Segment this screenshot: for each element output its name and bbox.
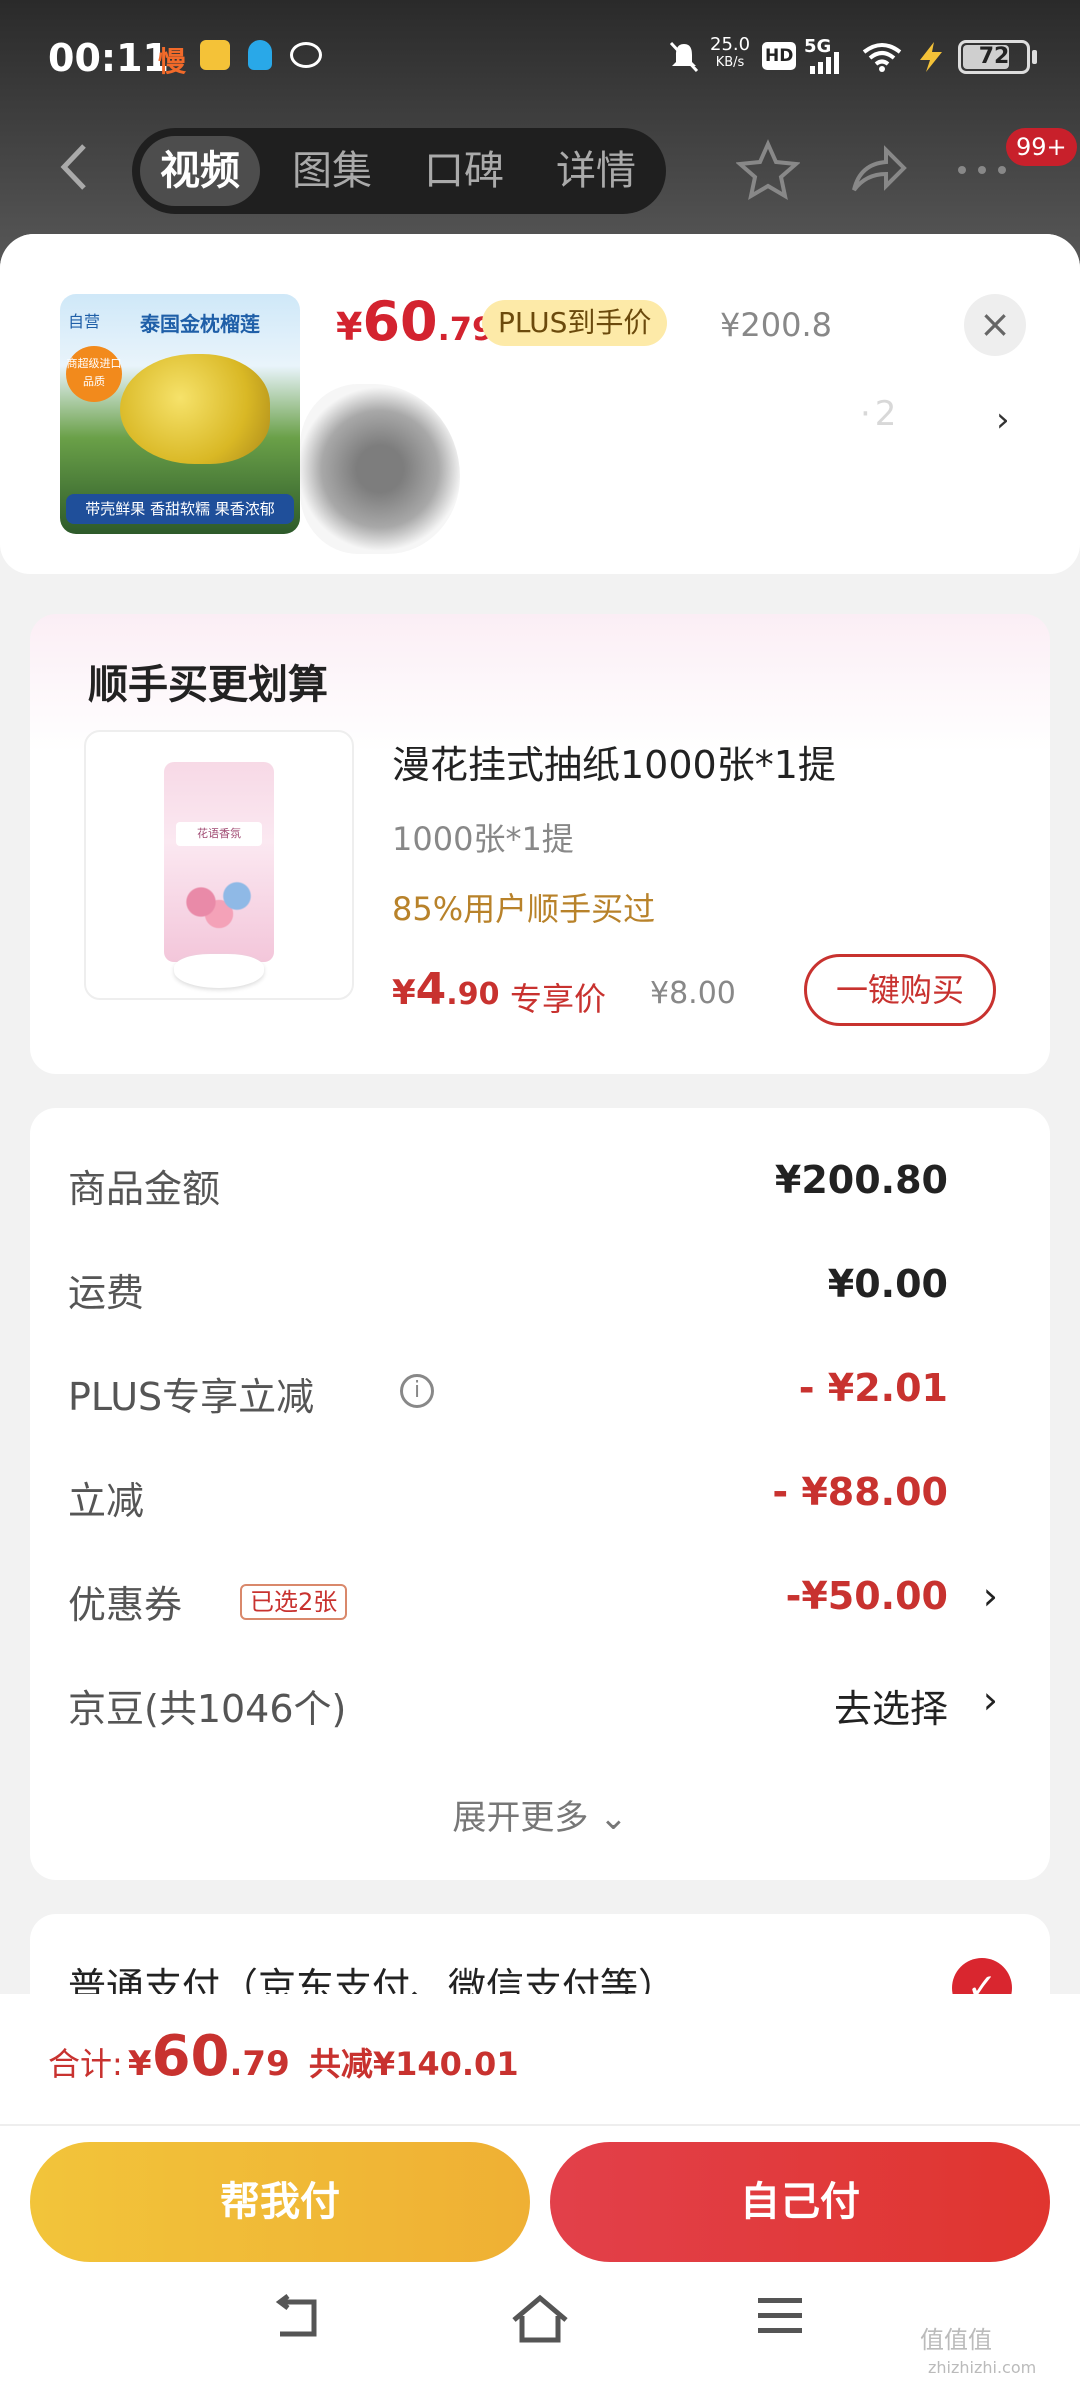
- hd-icon: HD: [762, 42, 797, 70]
- order-sheet: 自营 泰国金枕榴莲 商超级进口品质 带壳鲜果 香甜软糯 果香浓郁 ¥60.79 …: [0, 234, 1080, 1994]
- app-notification-icon-2: [200, 40, 230, 70]
- battery-icon: 72: [958, 40, 1030, 74]
- thumb-brand: 自营: [68, 312, 101, 331]
- tab-video[interactable]: 视频: [140, 136, 260, 206]
- net-speed-unit: KB/s: [715, 55, 745, 70]
- payment-method-label: 普通支付（京东支付、微信支付等）: [68, 1965, 677, 1994]
- tab-gallery[interactable]: 图集: [272, 136, 392, 206]
- order-total: 合计: ¥60.79 共减¥140.01: [48, 2024, 519, 2089]
- chevron-right-icon: ›: [982, 1574, 998, 1618]
- payment-method-card[interactable]: 普通支付（京东支付、微信支付等） ✓: [30, 1914, 1050, 1994]
- bundle-product-image[interactable]: 花语香氛: [84, 730, 354, 1000]
- bundle-stat: 85%用户顺手买过: [392, 890, 656, 928]
- qq-icon: [248, 40, 272, 70]
- bundle-price: ¥4.90: [392, 964, 500, 1015]
- product-image[interactable]: 自营 泰国金枕榴莲 商超级进口品质 带壳鲜果 香甜软糯 果香浓郁: [60, 294, 300, 534]
- one-click-buy-button[interactable]: 一键购买: [804, 954, 996, 1026]
- nav-home-icon[interactable]: [510, 2294, 570, 2346]
- watermark-domain: zhizhizhi.com: [928, 2358, 1037, 2377]
- product-name-obscured: ·2: [860, 394, 901, 434]
- more-icon[interactable]: [952, 150, 1012, 190]
- info-icon[interactable]: i: [400, 1374, 434, 1408]
- close-icon[interactable]: ×: [964, 294, 1026, 356]
- self-pay-button[interactable]: 自己付: [550, 2142, 1050, 2262]
- thumb-title: 泰国金枕榴莲: [140, 312, 260, 336]
- thumb-tag: 商超级进口品质: [66, 346, 122, 402]
- battery-level: 72: [978, 44, 1010, 69]
- bundle-product-name[interactable]: 漫花挂式抽纸1000张*1提: [392, 734, 836, 789]
- thumb-banner: 带壳鲜果 香甜软糯 果香浓郁: [66, 494, 294, 524]
- bundle-title: 顺手买更划算: [88, 662, 328, 708]
- summary-row-subtotal: 商品金额 ¥200.80: [68, 1158, 948, 1211]
- total-saved: 共减¥140.01: [308, 2045, 519, 2083]
- help-pay-button[interactable]: 帮我付: [30, 2142, 530, 2262]
- summary-row-jingdou[interactable]: 京豆(共1046个) 去选择 ›: [68, 1670, 1008, 1731]
- wechat-icon: [290, 42, 322, 68]
- watermark: 值值值: [920, 2326, 992, 2354]
- plus-price-tag: PLUS到手价: [482, 300, 668, 346]
- status-bar: 00:11 慢 25.0 KB/s HD 5G 72: [0, 0, 1080, 115]
- coupon-selected-chip: 已选2张: [240, 1584, 348, 1620]
- summary-row-shipping: 运费 ¥0.00: [68, 1262, 948, 1315]
- tab-reviews[interactable]: 口碑: [404, 136, 524, 206]
- product-price: ¥60.79: [336, 290, 495, 353]
- status-time: 00:11: [48, 36, 169, 80]
- product-original-price: ¥200.8: [720, 306, 832, 344]
- tissue-illustration: 花语香氛: [164, 762, 274, 962]
- bundle-spec: 1000张*1提: [392, 820, 574, 858]
- bottom-bar: 合计: ¥60.79 共减¥140.01 帮我付 自己付: [0, 1994, 1080, 2400]
- expand-more-button[interactable]: 展开更多 ⌄: [30, 1790, 1050, 1839]
- chevron-right-icon[interactable]: ›: [996, 400, 1010, 440]
- mute-icon: [669, 41, 699, 73]
- chevron-right-icon: ›: [982, 1678, 998, 1722]
- star-icon[interactable]: [736, 138, 800, 202]
- notification-badge: 99+: [1006, 128, 1077, 166]
- bundle-exclusive-label: 专享价: [510, 980, 607, 1018]
- product-card: 自营 泰国金枕榴莲 商超级进口品质 带壳鲜果 香甜软糯 果香浓郁 ¥60.79 …: [0, 234, 1080, 574]
- summary-row-plus-discount: PLUS专享立减 i - ¥2.01: [68, 1366, 948, 1419]
- chevron-down-icon: ⌄: [599, 1798, 628, 1838]
- app-notification-icon: 慢: [158, 45, 187, 78]
- tab-details[interactable]: 详情: [536, 136, 656, 206]
- nav-back-icon[interactable]: [270, 2294, 326, 2344]
- media-tabs: 视频 图集 口碑 详情: [132, 128, 666, 214]
- price-summary-card: 商品金额 ¥200.80 运费 ¥0.00 PLUS专享立减 i - ¥2.01…: [30, 1108, 1050, 1880]
- back-icon[interactable]: [56, 142, 96, 192]
- summary-row-coupon[interactable]: 优惠券 已选2张 -¥50.00 ›: [68, 1566, 1008, 1627]
- redacted-scribble: [300, 384, 460, 554]
- net-speed: 25.0: [710, 34, 751, 55]
- wifi-icon: [862, 43, 902, 72]
- share-icon[interactable]: [846, 138, 910, 202]
- summary-row-discount: 立减 - ¥88.00: [68, 1470, 948, 1523]
- nav-menu-icon[interactable]: [756, 2294, 804, 2338]
- check-icon[interactable]: ✓: [952, 1958, 1012, 1994]
- bundle-card: 顺手买更划算 花语香氛 漫花挂式抽纸1000张*1提 1000张*1提 85%用…: [30, 614, 1050, 1074]
- charging-icon: [920, 42, 942, 72]
- bundle-original-price: ¥8.00: [650, 976, 736, 1011]
- durian-illustration: [120, 354, 270, 464]
- signal-icon: [810, 52, 839, 74]
